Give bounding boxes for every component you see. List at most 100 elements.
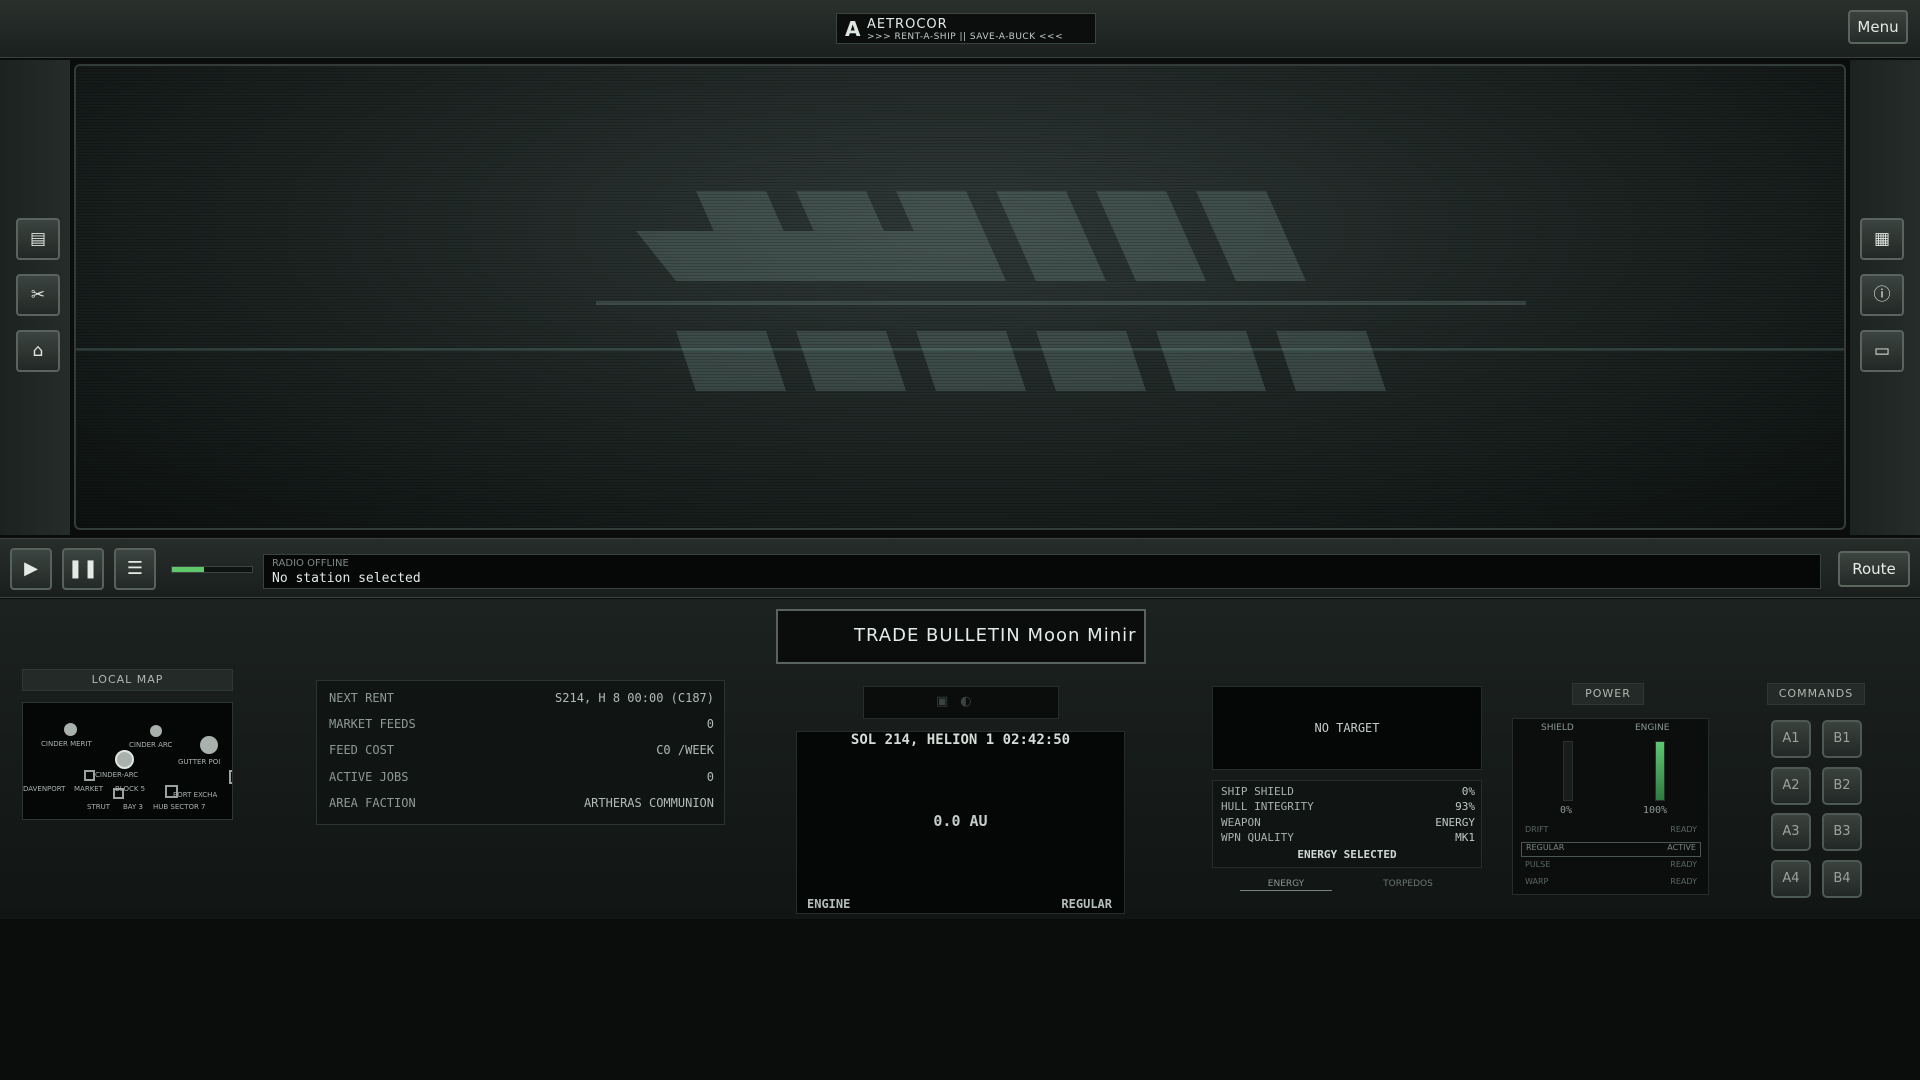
play-icon: ▶ (24, 558, 38, 579)
weapon-row: HULL INTEGRITY 93% (1221, 800, 1475, 814)
cargo-button[interactable]: ▦ (1860, 218, 1904, 260)
local-map-title: LOCAL MAP (22, 669, 233, 691)
nav-datetime: SOL 214, HELION 1 02:42:50 (850, 732, 1071, 748)
info-value: 0 (706, 770, 714, 784)
shield-label: SHIELD (1541, 723, 1574, 733)
map-label: STRUT (87, 803, 110, 811)
brand-banner: A AETROCOR >>> RENT-A-SHIP || SAVE-A-BUC… (836, 13, 1096, 44)
mode-status: ACTIVE (1667, 843, 1696, 852)
volume-slider[interactable] (171, 566, 253, 573)
map-node-station[interactable] (84, 770, 95, 781)
info-key: NEXT RENT (329, 691, 395, 705)
weapon-row: WPN QUALITY MK1 (1221, 831, 1475, 845)
info-button[interactable]: ⓘ (1860, 274, 1904, 316)
weapon-value: 0% (1461, 785, 1475, 798)
chat-icon: ▭ (1873, 341, 1891, 361)
engine-label: ENGINE (1635, 723, 1670, 733)
shop-button[interactable]: ⌂ (16, 330, 60, 372)
target-display: NO TARGET (1212, 686, 1482, 770)
clipboard-icon: ▤ (29, 229, 47, 249)
brand-name: AETROCOR (867, 17, 948, 32)
tools-button[interactable]: ✂ (16, 274, 60, 316)
mode-status: READY (1670, 860, 1697, 869)
target-text: NO TARGET (1314, 721, 1380, 735)
info-row-market-feeds: MARKET FEEDS 0 (329, 717, 714, 735)
map-label: HUB SECTOR 7 (153, 803, 206, 811)
command-a3-button[interactable]: A3 (1771, 813, 1811, 851)
pause-button[interactable]: ❚❚ (62, 548, 104, 590)
nav-mode-toggle[interactable]: ▣◐ (863, 686, 1059, 719)
tools-icon: ✂ (30, 285, 46, 305)
local-map[interactable]: CINDER MERIT CINDER ARC GUTTER POI CINDE… (22, 702, 233, 820)
mode-status: READY (1670, 877, 1697, 886)
info-icon: ⓘ (1873, 285, 1891, 305)
chat-button[interactable]: ▭ (1860, 330, 1904, 372)
brand-tagline: >>> RENT-A-SHIP || SAVE-A-BUCK <<< (867, 32, 1064, 42)
map-node-cinder-arc[interactable] (150, 725, 162, 737)
weapon-key: HULL INTEGRITY (1221, 800, 1314, 813)
weapon-value: MK1 (1455, 831, 1475, 844)
engine-mode-regular[interactable]: REGULAR ACTIVE (1521, 842, 1701, 857)
aetrocor-logo-icon: A (845, 17, 861, 41)
nav-engine-label: ENGINE (807, 897, 851, 911)
navigation-display: SOL 214, HELION 1 02:42:50 0.0 AU ENGINE… (796, 731, 1125, 914)
map-label: MARKET (74, 785, 103, 793)
tab-energy[interactable]: ENERGY (1240, 879, 1332, 891)
weapon-row: WEAPON ENERGY (1221, 816, 1475, 830)
info-row-next-rent: NEXT RENT S214, H 8 00:00 (C187) (329, 691, 714, 709)
command-b4-button[interactable]: B4 (1822, 860, 1862, 898)
map-label: CINDER-ARC (95, 771, 139, 779)
engine-percent: 100% (1643, 805, 1668, 816)
power-title: POWER (1572, 683, 1644, 705)
engine-mode-drift[interactable]: DRIFT READY (1521, 825, 1701, 840)
map-label: CINDER ARC (129, 741, 173, 749)
map-label: GUTTER POI (178, 758, 221, 766)
map-node-edge[interactable] (229, 770, 232, 784)
command-a1-button[interactable]: A1 (1771, 720, 1811, 758)
command-a2-button[interactable]: A2 (1771, 767, 1811, 805)
engine-power-bar[interactable] (1655, 741, 1665, 801)
engine-power-fill (1656, 742, 1664, 800)
command-a4-button[interactable]: A4 (1771, 860, 1811, 898)
main-viewport (74, 64, 1846, 530)
tab-torpedos[interactable]: TORPEDOS (1362, 879, 1454, 891)
trade-bulletin: TRADE BULLETIN Moon Minir (776, 609, 1146, 664)
nav-engine-mode: REGULAR (1061, 897, 1112, 911)
map-node-current[interactable] (115, 750, 134, 769)
mode-name: REGULAR (1526, 843, 1565, 852)
weapons-status-panel: SHIP SHIELD 0% HULL INTEGRITY 93% WEAPON… (1212, 780, 1482, 868)
shield-power-bar[interactable] (1563, 741, 1573, 801)
mode-name: DRIFT (1525, 825, 1549, 834)
engine-mode-pulse[interactable]: PULSE READY (1521, 860, 1701, 875)
mode-status: READY (1670, 825, 1697, 834)
map-label: CINDER MERIT (41, 740, 92, 748)
info-key: AREA FACTION (329, 796, 416, 810)
info-row-active-jobs: ACTIVE JOBS 0 (329, 770, 714, 788)
map-node-gutter[interactable] (200, 736, 218, 754)
command-b3-button[interactable]: B3 (1822, 813, 1862, 851)
scanline-overlay (76, 66, 1844, 528)
weapon-key: WEAPON (1221, 816, 1261, 829)
command-b2-button[interactable]: B2 (1822, 767, 1862, 805)
weapon-selected: ENERGY SELECTED (1297, 848, 1397, 861)
playlist-button[interactable]: ☰ (114, 548, 156, 590)
command-b1-button[interactable]: B1 (1822, 720, 1862, 758)
info-value: ARTHERAS COMMUNION (583, 796, 714, 810)
map-label: BLOCK 5 (115, 785, 146, 793)
map-node-cinder-merit[interactable] (64, 723, 77, 736)
shield-percent: 0% (1560, 805, 1573, 816)
nav-distance: 0.0 AU (933, 812, 988, 830)
mode-name: PULSE (1525, 860, 1551, 869)
weapon-value: ENERGY (1435, 816, 1475, 829)
shop-icon: ⌂ (32, 341, 44, 361)
status-info-panel: NEXT RENT S214, H 8 00:00 (C187) MARKET … (316, 680, 725, 825)
radio-display: RADIO OFFLINE No station selected (263, 554, 1821, 589)
menu-button[interactable]: Menu (1848, 10, 1908, 44)
engine-mode-warp[interactable]: WARP READY (1521, 877, 1701, 892)
cargo-icon: ▦ (1873, 229, 1891, 249)
route-button[interactable]: Route (1838, 551, 1910, 587)
clipboard-button[interactable]: ▤ (16, 218, 60, 260)
weapon-key: SHIP SHIELD (1221, 785, 1294, 798)
info-row-area-faction: AREA FACTION ARTHERAS COMMUNION (329, 796, 714, 814)
play-button[interactable]: ▶ (10, 548, 52, 590)
